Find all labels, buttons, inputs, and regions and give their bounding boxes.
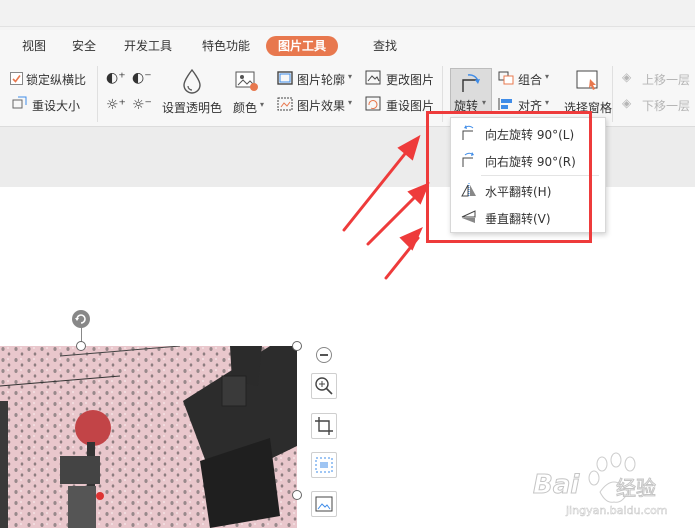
group-button[interactable]: 组合 — [518, 71, 542, 88]
title-bar — [0, 0, 695, 27]
annotation-arrows — [342, 134, 430, 280]
picture-effect-button[interactable] — [311, 491, 337, 517]
picture-color-icon — [235, 71, 258, 91]
contrast-down-icon[interactable]: ◐⁻ — [132, 70, 152, 86]
menu-tabs: 视图 安全 开发工具 特色功能 图片工具 查找 — [0, 30, 695, 82]
reset-picture-icon — [365, 96, 381, 111]
zoom-picture-button[interactable] — [311, 373, 337, 399]
outline-dropdown-icon[interactable]: ▾ — [348, 72, 352, 81]
watermark-brand: Bai — [532, 470, 580, 501]
effect-dropdown-icon[interactable]: ▾ — [348, 98, 352, 107]
highlight-box — [426, 111, 592, 243]
tab-security[interactable]: 安全 — [72, 36, 96, 56]
ribbon-divider — [612, 66, 613, 122]
group-icon — [498, 71, 514, 85]
watermark-brand-suffix: 经验 — [616, 476, 657, 501]
reset-size-button[interactable]: 重设大小 — [32, 97, 80, 114]
picture-select-button[interactable] — [311, 452, 337, 478]
transparent-color-icon — [183, 68, 201, 94]
selected-picture[interactable] — [0, 346, 297, 528]
contrast-up-icon[interactable]: ◐⁺ — [106, 70, 126, 86]
bring-forward-button[interactable]: 上移一层 — [642, 71, 690, 88]
zoom-in-icon — [315, 377, 333, 395]
align-dropdown-icon[interactable]: ▾ — [545, 98, 549, 107]
crop-icon — [315, 417, 333, 435]
rotate-handle-icon[interactable] — [71, 309, 91, 329]
lock-ratio-checkbox[interactable] — [10, 72, 23, 85]
send-backward-button[interactable]: 下移一层 — [642, 97, 690, 114]
reset-size-icon — [12, 96, 27, 109]
resize-handle-top-right[interactable] — [292, 341, 302, 351]
picture-content — [0, 346, 297, 528]
brightness-up-icon[interactable]: ☼⁺ — [106, 97, 126, 113]
effect-button[interactable]: 图片效果 — [297, 97, 345, 114]
change-picture-icon — [365, 70, 381, 85]
tab-find[interactable]: 查找 — [373, 36, 397, 56]
brightness-down-icon[interactable]: ☼⁻ — [132, 97, 152, 113]
collapse-tools-button[interactable] — [316, 347, 332, 363]
crop-button[interactable] — [311, 413, 337, 439]
effect-icon — [277, 97, 293, 111]
selection-pane-icon — [576, 70, 598, 90]
ribbon-divider — [97, 66, 98, 122]
bring-forward-icon: ◈ — [622, 70, 632, 84]
lock-ratio-label[interactable]: 锁定纵横比 — [26, 71, 86, 88]
picture-icon — [315, 496, 333, 512]
tab-picture-tools[interactable]: 图片工具 — [266, 36, 339, 56]
align-icon — [498, 98, 512, 110]
rotate-dropdown-icon: ▾ — [482, 98, 487, 107]
send-backward-icon: ◈ — [622, 96, 632, 110]
resize-handle-top[interactable] — [76, 341, 86, 351]
change-picture-button[interactable]: 更改图片 — [386, 71, 434, 88]
color-button[interactable]: 颜色 — [233, 99, 257, 116]
tab-developer[interactable]: 开发工具 — [124, 36, 172, 56]
color-dropdown-icon[interactable]: ▾ — [260, 100, 264, 109]
outline-button[interactable]: 图片轮廓 — [297, 71, 345, 88]
set-transparent-button[interactable]: 设置透明色 — [162, 99, 222, 116]
select-area-icon — [315, 457, 333, 473]
tab-features[interactable]: 特色功能 — [202, 36, 250, 56]
rotate-icon — [462, 74, 480, 92]
tab-view[interactable]: 视图 — [22, 36, 46, 56]
watermark-url: jingyan.baidu.com — [566, 504, 668, 518]
resize-handle-right[interactable] — [292, 490, 302, 500]
rotate-button[interactable]: 旋转 ▾ — [450, 68, 492, 114]
group-dropdown-icon[interactable]: ▾ — [545, 72, 549, 81]
outline-icon — [277, 71, 293, 85]
